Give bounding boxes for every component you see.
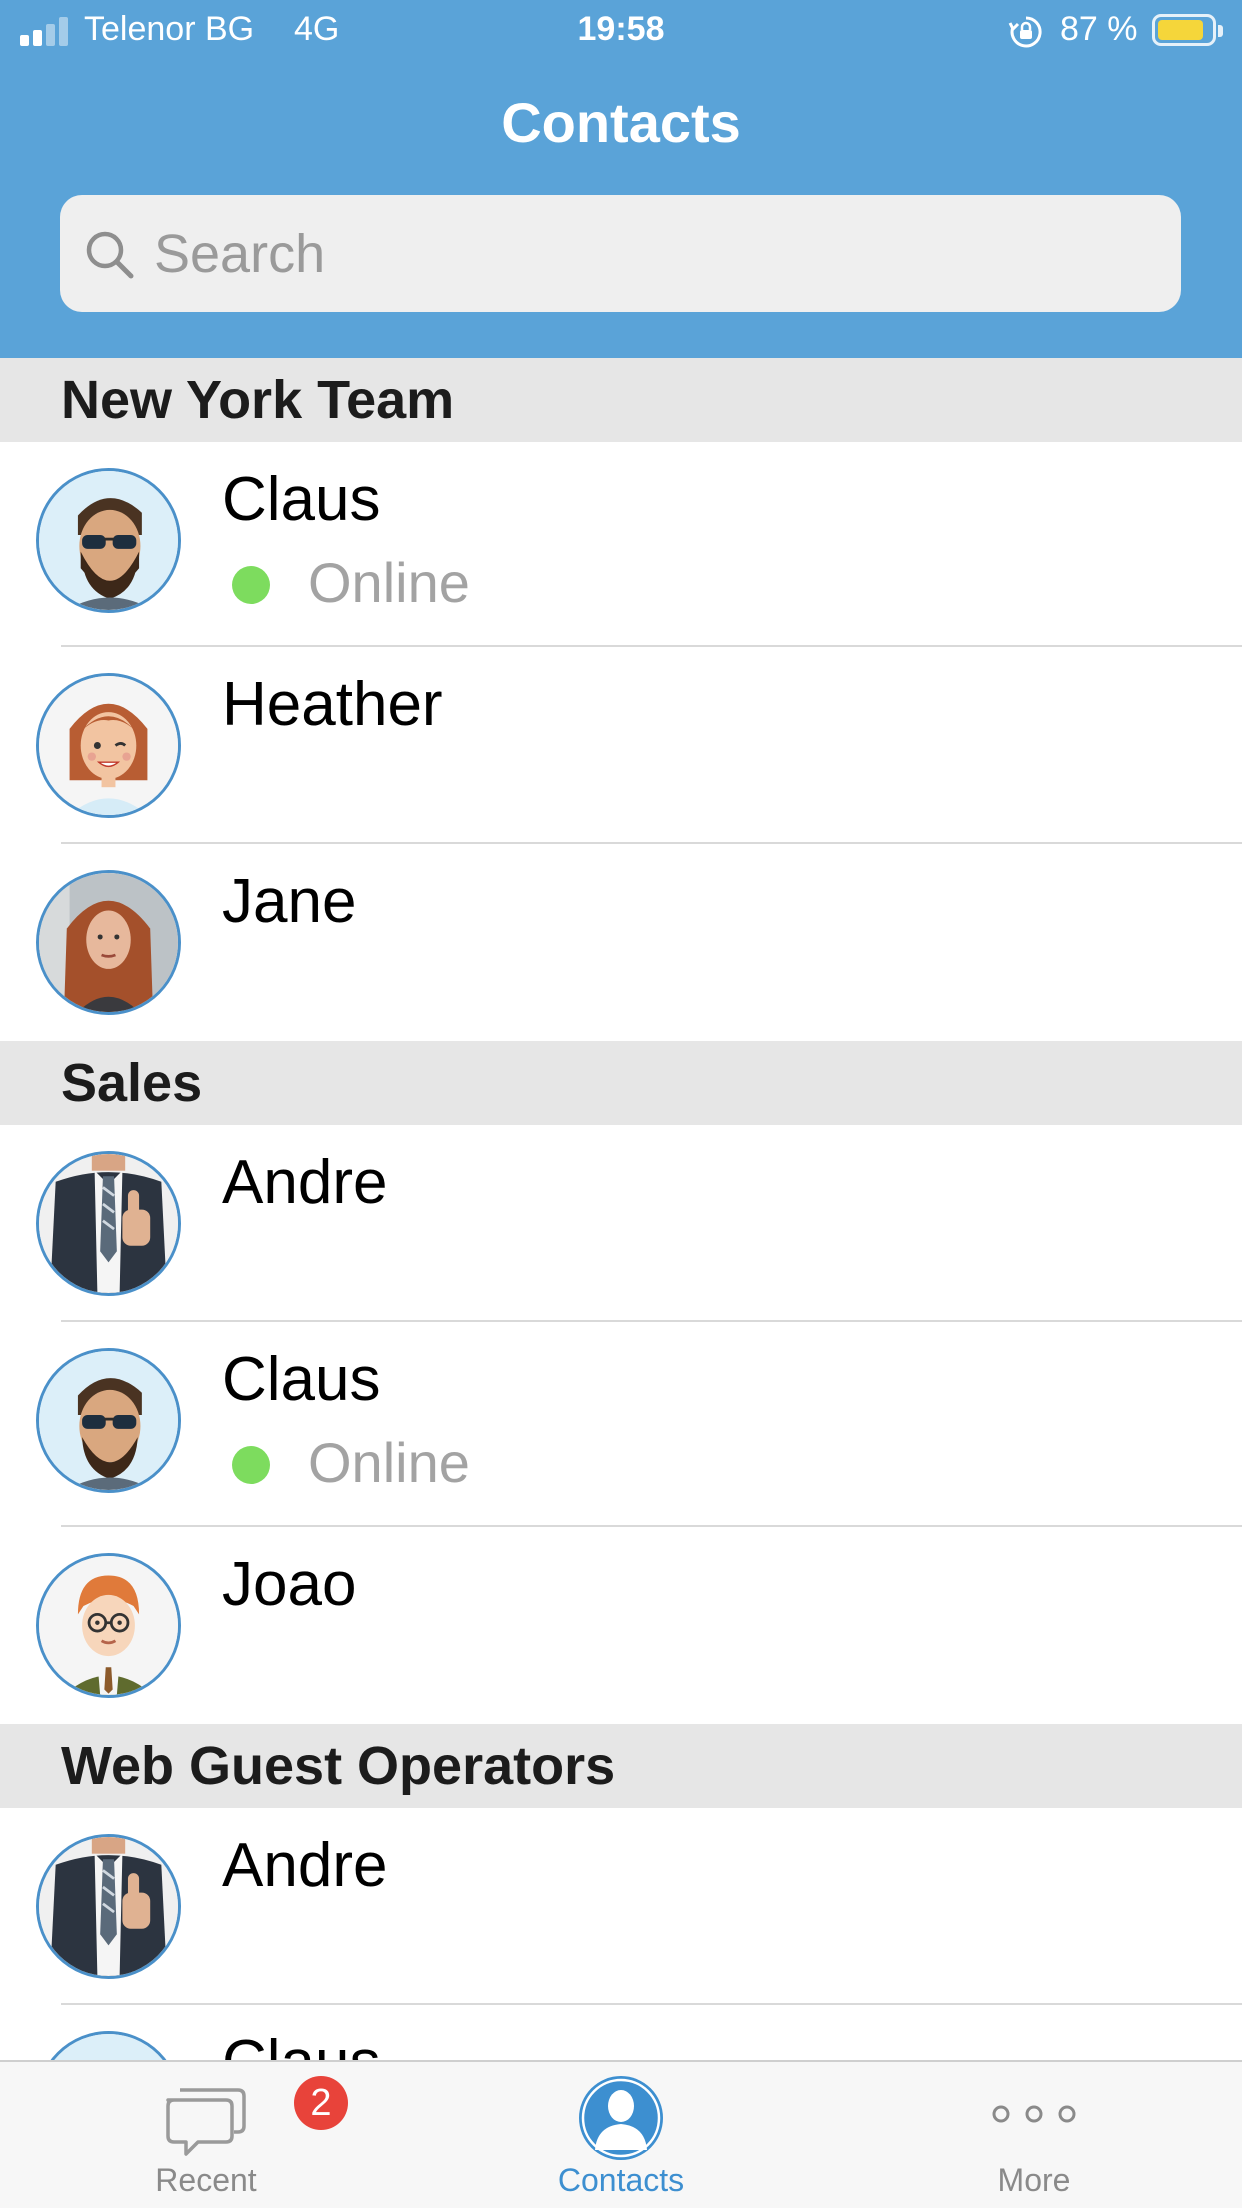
tab-bar: 2 Recent Contacts More [0, 2060, 1242, 2208]
online-indicator-icon [232, 1446, 270, 1484]
contact-row[interactable]: Heather [0, 647, 1242, 844]
status-bar: Telenor BG 4G 19:58 87 % [0, 0, 1242, 62]
contact-row[interactable]: Joao [0, 1527, 1242, 1724]
section-header-web-guest-operators: Web Guest Operators [0, 1724, 1242, 1808]
contact-name: Andre [222, 1148, 388, 1217]
contacts-list: New York Team Claus Online Heather Jane … [0, 358, 1242, 2202]
avatar-woman-red-hair [39, 873, 178, 1012]
avatar [36, 673, 181, 818]
contact-row[interactable]: Claus Online [0, 1322, 1242, 1527]
search-icon [86, 231, 134, 279]
tab-recent[interactable]: 2 Recent [56, 2062, 356, 2208]
section-header-new-york-team: New York Team [0, 358, 1242, 442]
header: Telenor BG 4G 19:58 87 % Contacts [0, 0, 1242, 358]
contact-row[interactable]: Claus Online [0, 442, 1242, 647]
contact-name: Claus [222, 1345, 381, 1414]
status-text: Online [308, 1431, 470, 1494]
avatar-cartoon-man-glasses [39, 1556, 178, 1695]
avatar-businessman-thumbs-up [39, 1837, 178, 1976]
avatar-bearded-man-sunglasses [39, 1351, 178, 1490]
avatar-businessman-thumbs-up [39, 1154, 178, 1293]
contact-name: Heather [222, 670, 443, 739]
avatar [36, 870, 181, 1015]
online-indicator-icon [232, 566, 270, 604]
contact-name: Jane [222, 867, 357, 936]
avatar [36, 1348, 181, 1493]
tab-label: Contacts [557, 2162, 685, 2198]
search-bar[interactable] [60, 195, 1181, 312]
section-header-sales: Sales [0, 1041, 1242, 1125]
contact-row[interactable]: Andre [0, 1808, 1242, 2005]
avatar [36, 1151, 181, 1296]
chat-bubbles-icon [166, 2088, 246, 2156]
tab-more[interactable]: More [884, 2062, 1184, 2208]
tab-label: More [997, 2162, 1071, 2198]
avatar-bearded-man-sunglasses [39, 471, 178, 610]
battery-percentage: 87 % [1060, 10, 1138, 48]
person-icon [579, 2076, 663, 2160]
more-dots-icon [992, 2105, 1076, 2123]
contact-name: Claus [222, 465, 381, 534]
tab-contacts[interactable]: Contacts [471, 2062, 771, 2208]
contact-row[interactable]: Andre [0, 1125, 1242, 1322]
tab-label: Recent [155, 2162, 257, 2198]
battery-icon [1152, 14, 1223, 46]
avatar [36, 1553, 181, 1698]
contact-row[interactable]: Jane [0, 844, 1242, 1041]
page-title: Contacts [501, 91, 741, 154]
contact-name: Andre [222, 1831, 388, 1900]
avatar [36, 468, 181, 613]
unread-badge: 2 [294, 2076, 348, 2130]
battery-level-fill [1158, 20, 1203, 40]
status-text: Online [308, 551, 470, 614]
search-input[interactable] [154, 195, 1154, 312]
avatar-cartoon-woman [39, 676, 178, 815]
clock: 19:58 [577, 10, 665, 48]
contact-name: Joao [222, 1550, 357, 1619]
avatar [36, 1834, 181, 1979]
rotation-lock-icon [1008, 16, 1042, 48]
